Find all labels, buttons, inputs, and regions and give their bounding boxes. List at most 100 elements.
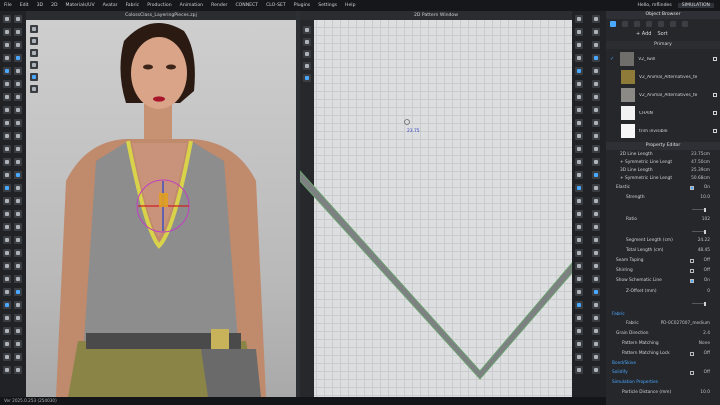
grain-direction-field[interactable]: Grain Direction 2.4 [606, 330, 720, 338]
right-tool-icon[interactable] [575, 327, 583, 335]
menu-production[interactable]: Production [147, 3, 171, 8]
right-tool-icon[interactable] [592, 132, 600, 140]
right-tool-icon[interactable] [592, 28, 600, 36]
right-tool-icon[interactable] [592, 340, 600, 348]
right-tool-icon[interactable] [575, 132, 583, 140]
add-button[interactable]: + Add [636, 31, 651, 37]
left-tool-icon[interactable] [14, 80, 22, 88]
right-tool-icon[interactable] [575, 15, 583, 23]
trim-tab-icon[interactable] [634, 21, 640, 27]
left-tool-icon[interactable] [14, 340, 22, 348]
menu-file[interactable]: File [4, 3, 12, 8]
right-tool-icon[interactable] [575, 340, 583, 348]
right-tool-icon[interactable] [575, 210, 583, 218]
menu-2d[interactable]: 2D [51, 3, 57, 8]
right-tool-icon[interactable] [592, 15, 600, 23]
right-tool-icon[interactable] [575, 223, 583, 231]
left-tool-icon[interactable] [3, 106, 11, 114]
right-tool-icon[interactable] [592, 366, 600, 374]
zipper-tab-icon[interactable] [670, 21, 676, 27]
pattern-matching-select[interactable]: Pattern Matching None [606, 340, 720, 348]
right-tool-icon[interactable] [592, 197, 600, 205]
left-tool-icon[interactable] [3, 132, 11, 140]
right-tool-icon[interactable] [575, 275, 583, 283]
left-tool-icon[interactable] [3, 15, 11, 23]
right-tool-icon[interactable] [575, 184, 583, 192]
checkbox[interactable] [690, 259, 694, 263]
left-tool-icon[interactable] [3, 262, 11, 270]
right-tool-icon[interactable] [592, 106, 600, 114]
fabric-item[interactable]: CHAIN [610, 105, 720, 121]
checkbox[interactable] [690, 371, 694, 375]
right-tool-icon[interactable] [575, 93, 583, 101]
left-tool-icon[interactable] [14, 249, 22, 257]
z-offset-slider[interactable] [692, 301, 706, 306]
menu-animation[interactable]: Animation [180, 3, 203, 8]
left-tool-icon[interactable] [3, 184, 11, 192]
left-tool-icon[interactable] [14, 314, 22, 322]
left-tool-icon[interactable] [14, 132, 22, 140]
solidify-section[interactable]: Solidify Off [606, 369, 720, 377]
checkbox[interactable] [690, 352, 694, 356]
strength-field[interactable]: Strength 10.0 [606, 194, 720, 202]
topstitch-tab-icon[interactable] [646, 21, 652, 27]
left-tool-icon[interactable] [3, 158, 11, 166]
fabric-tab-icon[interactable] [610, 21, 616, 27]
duplicate-icon[interactable] [713, 57, 717, 61]
menu-avatar[interactable]: Avatar [103, 3, 118, 8]
left-tool-icon[interactable] [14, 236, 22, 244]
left-tool-icon[interactable] [3, 80, 11, 88]
right-tool-icon[interactable] [592, 184, 600, 192]
right-tool-icon[interactable] [592, 67, 600, 75]
left-tool-icon[interactable] [3, 327, 11, 335]
left-tool-icon[interactable] [14, 366, 22, 374]
right-tool-icon[interactable] [592, 262, 600, 270]
left-tool-icon[interactable] [14, 301, 22, 309]
left-tool-icon[interactable] [3, 171, 11, 179]
left-tool-icon[interactable] [14, 288, 22, 296]
left-tool-icon[interactable] [14, 262, 22, 270]
ratio-slider[interactable] [692, 229, 706, 234]
right-tool-icon[interactable] [575, 301, 583, 309]
left-tool-icon[interactable] [3, 340, 11, 348]
right-tool-icon[interactable] [592, 301, 600, 309]
sort-button[interactable]: Sort [657, 31, 667, 37]
left-tool-icon[interactable] [14, 171, 22, 179]
user-greeting[interactable]: Hello, mflindes [637, 3, 671, 8]
right-tool-icon[interactable] [592, 93, 600, 101]
menu-3d[interactable]: 3D [37, 3, 43, 8]
left-tool-icon[interactable] [3, 210, 11, 218]
bond-skive-section[interactable]: Bond/Skive [606, 360, 720, 368]
right-tool-icon[interactable] [592, 54, 600, 62]
right-tool-icon[interactable] [592, 158, 600, 166]
left-tool-icon[interactable] [14, 28, 22, 36]
left-tool-icon[interactable] [14, 106, 22, 114]
left-tool-icon[interactable] [3, 28, 11, 36]
right-tool-icon[interactable] [575, 106, 583, 114]
left-tool-icon[interactable] [14, 158, 22, 166]
fabric-item[interactable]: V2_Animal_Alternatives_te [610, 87, 720, 103]
left-tool-icon[interactable] [14, 353, 22, 361]
left-tool-icon[interactable] [3, 223, 11, 231]
fabric-item[interactable]: ✓ V2_Twill [610, 51, 720, 67]
left-tool-icon[interactable] [3, 353, 11, 361]
left-tool-icon[interactable] [14, 67, 22, 75]
checkbox[interactable] [690, 269, 694, 273]
menu-connect[interactable]: CONNECT [235, 3, 258, 8]
left-tool-icon[interactable] [14, 54, 22, 62]
duplicate-icon[interactable] [713, 111, 717, 115]
left-tool-icon[interactable] [14, 223, 22, 231]
z-offset-field[interactable]: Z-Offset (mm) 0 [606, 288, 720, 296]
left-tool-icon[interactable] [3, 197, 11, 205]
right-tool-icon[interactable] [592, 41, 600, 49]
left-tool-icon[interactable] [3, 145, 11, 153]
left-tool-icon[interactable] [3, 119, 11, 127]
fabric-section[interactable]: Fabric [606, 311, 720, 319]
menu-edit[interactable]: Edit [20, 3, 29, 8]
simulation-mode[interactable]: SIMULATION [677, 3, 714, 8]
button-tab-icon[interactable] [622, 21, 628, 27]
left-tool-icon[interactable] [3, 54, 11, 62]
right-tool-icon[interactable] [592, 288, 600, 296]
ratio-field[interactable]: Ratio 102 [606, 216, 720, 224]
left-tool-icon[interactable] [3, 288, 11, 296]
